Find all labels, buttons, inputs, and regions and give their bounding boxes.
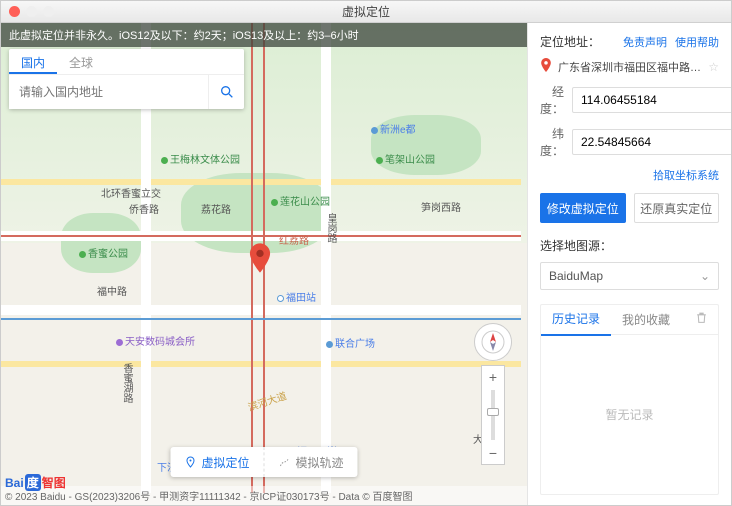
address-row: 广东省深圳市福田区福中路华富… ☆ <box>540 58 719 75</box>
route-icon <box>279 456 291 468</box>
delete-history-button[interactable] <box>685 305 718 335</box>
map-attribution: © 2023 Baidu - GS(2023)3206号 - 甲测资字11111… <box>1 486 527 505</box>
location-icon <box>184 456 196 468</box>
history-panel: 历史记录 我的收藏 暂无记录 <box>540 304 719 495</box>
content: 王梅林文体公园 北环香蜜立交 侨香路 莲花山公园 荔花路 皇岗路 红荔路 笔架山… <box>1 23 731 505</box>
zoom-in-button[interactable]: + <box>482 366 504 388</box>
zoom-out-button[interactable]: − <box>482 442 504 464</box>
compass-icon <box>480 329 506 355</box>
window-title: 虚拟定位 <box>1 3 731 20</box>
history-tabs: 历史记录 我的收藏 <box>541 305 718 335</box>
notice-bar: 此虚拟定位并非永久。iOS12及以下：约2天；iOS13及以上：约3–6小时 <box>1 23 527 47</box>
get-coords-row: 拾取坐标系统 <box>540 167 719 183</box>
location-address-label: 定位地址： <box>540 33 600 50</box>
trash-icon <box>695 311 708 324</box>
app-window: 虚拟定位 王梅林文体公园 北环香蜜立交 侨香路 <box>0 0 732 506</box>
longitude-input[interactable] <box>572 87 731 113</box>
tab-favorites[interactable]: 我的收藏 <box>611 305 681 335</box>
get-coords-link[interactable]: 拾取坐标系统 <box>653 170 719 182</box>
baidu-logo: Bai度智图 <box>5 474 66 491</box>
modify-location-button[interactable]: 修改虚拟定位 <box>540 193 626 223</box>
map-source-value: BaiduMap <box>549 269 603 283</box>
side-header: 定位地址： 免责声明 使用帮助 <box>540 33 719 50</box>
search-input[interactable] <box>9 75 208 109</box>
zoom-slider[interactable] <box>491 390 495 440</box>
map-source-label: 选择地图源： <box>540 237 719 254</box>
simulate-track-label: 模拟轨迹 <box>296 454 344 471</box>
search-button[interactable] <box>208 75 244 109</box>
virtual-location-button[interactable]: 虚拟定位 <box>170 447 263 477</box>
address-pin-icon <box>540 58 552 75</box>
tab-history[interactable]: 历史记录 <box>541 304 611 336</box>
search-icon <box>219 84 235 100</box>
search-row <box>9 75 244 109</box>
map-pane[interactable]: 王梅林文体公园 北环香蜜立交 侨香路 莲花山公园 荔花路 皇岗路 红荔路 笔架山… <box>1 23 527 505</box>
latitude-label: 纬度： <box>540 125 564 159</box>
location-marker[interactable] <box>249 243 271 273</box>
close-dot[interactable] <box>9 6 20 17</box>
chevron-down-icon: ⌄ <box>700 269 710 283</box>
help-link[interactable]: 使用帮助 <box>675 34 719 50</box>
button-row: 修改虚拟定位 还原真实定位 <box>540 193 719 223</box>
side-panel: 定位地址： 免责声明 使用帮助 广东省深圳市福田区福中路华富… ☆ 经度： 纬度… <box>527 23 731 505</box>
history-empty: 暂无记录 <box>541 335 718 494</box>
favorite-star[interactable]: ☆ <box>708 60 719 74</box>
latitude-input[interactable] <box>572 129 731 155</box>
simulate-track-button[interactable]: 模拟轨迹 <box>264 447 358 477</box>
latitude-row: 纬度： <box>540 125 719 159</box>
zoom-knob[interactable] <box>487 408 499 416</box>
zoom-control: + − <box>481 365 505 465</box>
compass-control[interactable] <box>474 323 512 361</box>
restore-location-button[interactable]: 还原真实定位 <box>634 193 720 223</box>
address-text: 广东省深圳市福田区福中路华富… <box>558 59 702 75</box>
search-panel: 国内 全球 <box>9 49 244 109</box>
titlebar: 虚拟定位 <box>1 1 731 23</box>
header-links: 免责声明 使用帮助 <box>623 34 719 50</box>
search-tab-global[interactable]: 全球 <box>57 49 105 74</box>
search-tabs: 国内 全球 <box>9 49 244 75</box>
bottom-toolbar: 虚拟定位 模拟轨迹 <box>170 447 357 477</box>
search-tab-domestic[interactable]: 国内 <box>9 49 57 74</box>
traffic-lights <box>9 6 54 17</box>
pin-icon <box>249 243 271 273</box>
disclaimer-link[interactable]: 免责声明 <box>623 34 667 50</box>
zoom-dot[interactable] <box>43 6 54 17</box>
virtual-location-label: 虚拟定位 <box>201 454 249 471</box>
longitude-label: 经度： <box>540 83 564 117</box>
map-source-select[interactable]: BaiduMap ⌄ <box>540 262 719 290</box>
longitude-row: 经度： <box>540 83 719 117</box>
minimize-dot[interactable] <box>26 6 37 17</box>
